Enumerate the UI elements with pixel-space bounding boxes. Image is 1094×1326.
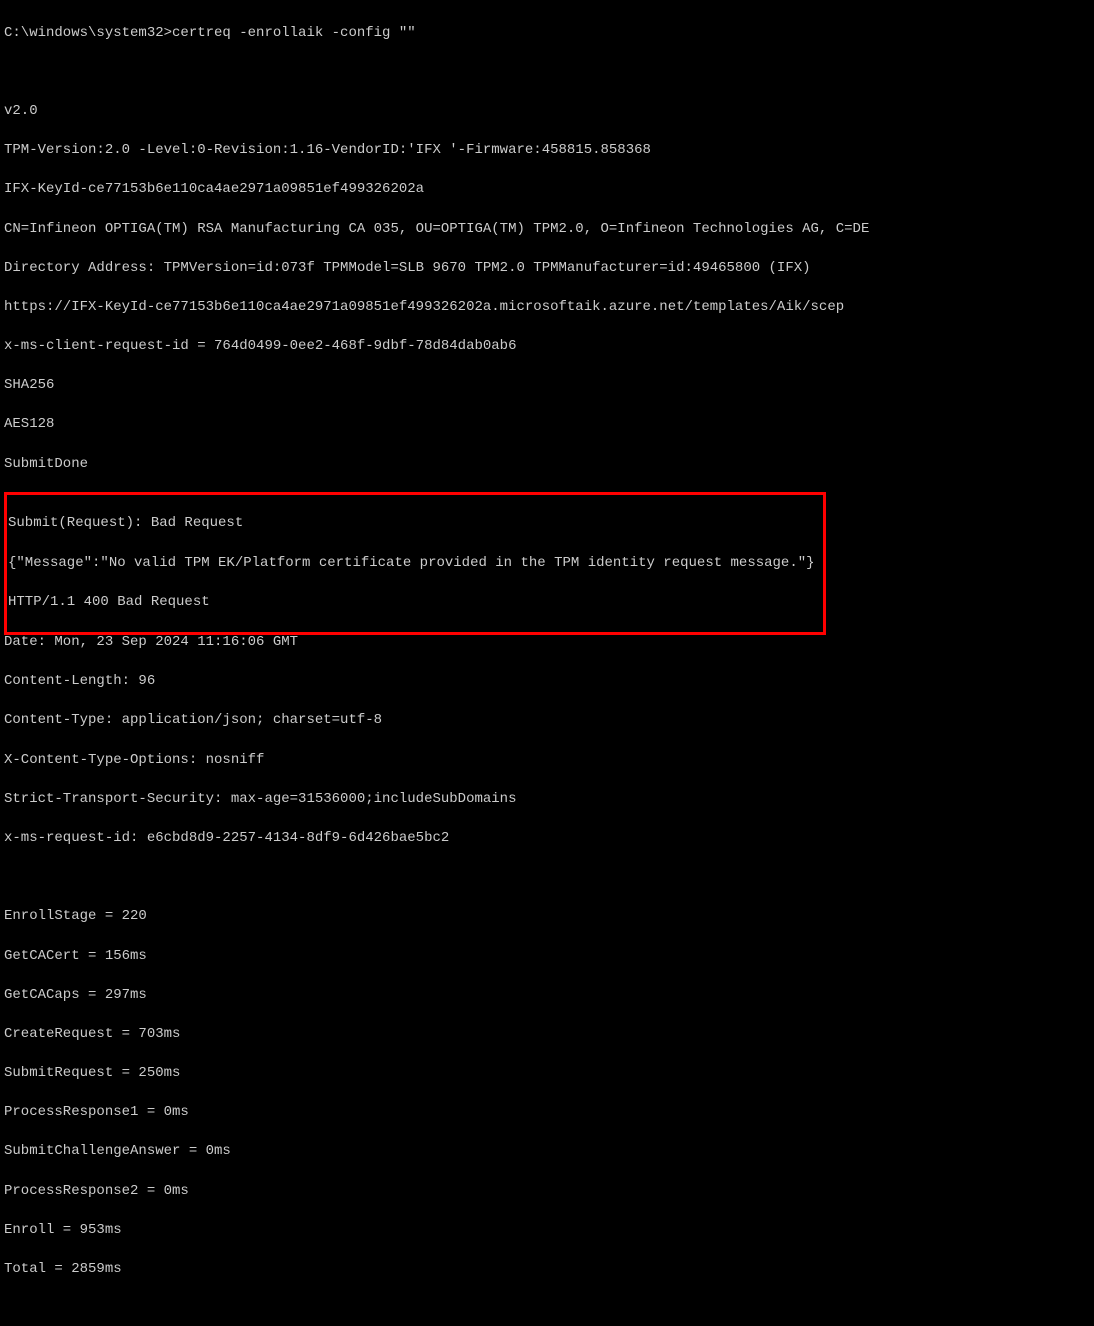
blank-line <box>4 1299 1090 1319</box>
error-highlight-box: Submit(Request): Bad Request {"Message":… <box>4 492 826 635</box>
get-ca-cert-line: GetCACert = 156ms <box>4 947 1090 967</box>
process-response2-line: ProcessResponse2 = 0ms <box>4 1182 1090 1202</box>
x-content-type-options-line: X-Content-Type-Options: nosniff <box>4 751 1090 771</box>
error-submit-line: Submit(Request): Bad Request <box>7 514 823 534</box>
terminal-output[interactable]: C:\windows\system32>certreq -enrollaik -… <box>4 4 1090 1326</box>
enroll-line: Enroll = 953ms <box>4 1221 1090 1241</box>
directory-address-line: Directory Address: TPMVersion=id:073f TP… <box>4 259 1090 279</box>
process-response1-line: ProcessResponse1 = 0ms <box>4 1103 1090 1123</box>
error-message-line: {"Message":"No valid TPM EK/Platform cer… <box>7 554 823 574</box>
get-ca-caps-line: GetCACaps = 297ms <box>4 986 1090 1006</box>
url-line: https://IFX-KeyId-ce77153b6e110ca4ae2971… <box>4 298 1090 318</box>
tpm-version-line: TPM-Version:2.0 -Level:0-Revision:1.16-V… <box>4 141 1090 161</box>
aes128-line: AES128 <box>4 415 1090 435</box>
strict-transport-security-line: Strict-Transport-Security: max-age=31536… <box>4 790 1090 810</box>
content-length-line: Content-Length: 96 <box>4 672 1090 692</box>
version-line: v2.0 <box>4 102 1090 122</box>
x-ms-request-id-line: x-ms-request-id: e6cbd8d9-2257-4134-8df9… <box>4 829 1090 849</box>
prompt-line: C:\windows\system32>certreq -enrollaik -… <box>4 24 1090 44</box>
ifx-keyid-line: IFX-KeyId-ce77153b6e110ca4ae2971a09851ef… <box>4 180 1090 200</box>
client-request-id-line: x-ms-client-request-id = 764d0499-0ee2-4… <box>4 337 1090 357</box>
blank-line <box>4 868 1090 888</box>
enroll-stage-line: EnrollStage = 220 <box>4 907 1090 927</box>
blank-line <box>4 63 1090 83</box>
submit-challenge-answer-line: SubmitChallengeAnswer = 0ms <box>4 1142 1090 1162</box>
create-request-line: CreateRequest = 703ms <box>4 1025 1090 1045</box>
error-http-line: HTTP/1.1 400 Bad Request <box>7 593 823 613</box>
total-line: Total = 2859ms <box>4 1260 1090 1280</box>
submit-done-line: SubmitDone <box>4 455 1090 475</box>
submit-request-line: SubmitRequest = 250ms <box>4 1064 1090 1084</box>
cn-line: CN=Infineon OPTIGA(TM) RSA Manufacturing… <box>4 220 1090 240</box>
date-line: Date: Mon, 23 Sep 2024 11:16:06 GMT <box>4 633 1090 653</box>
sha256-line: SHA256 <box>4 376 1090 396</box>
content-type-line: Content-Type: application/json; charset=… <box>4 711 1090 731</box>
